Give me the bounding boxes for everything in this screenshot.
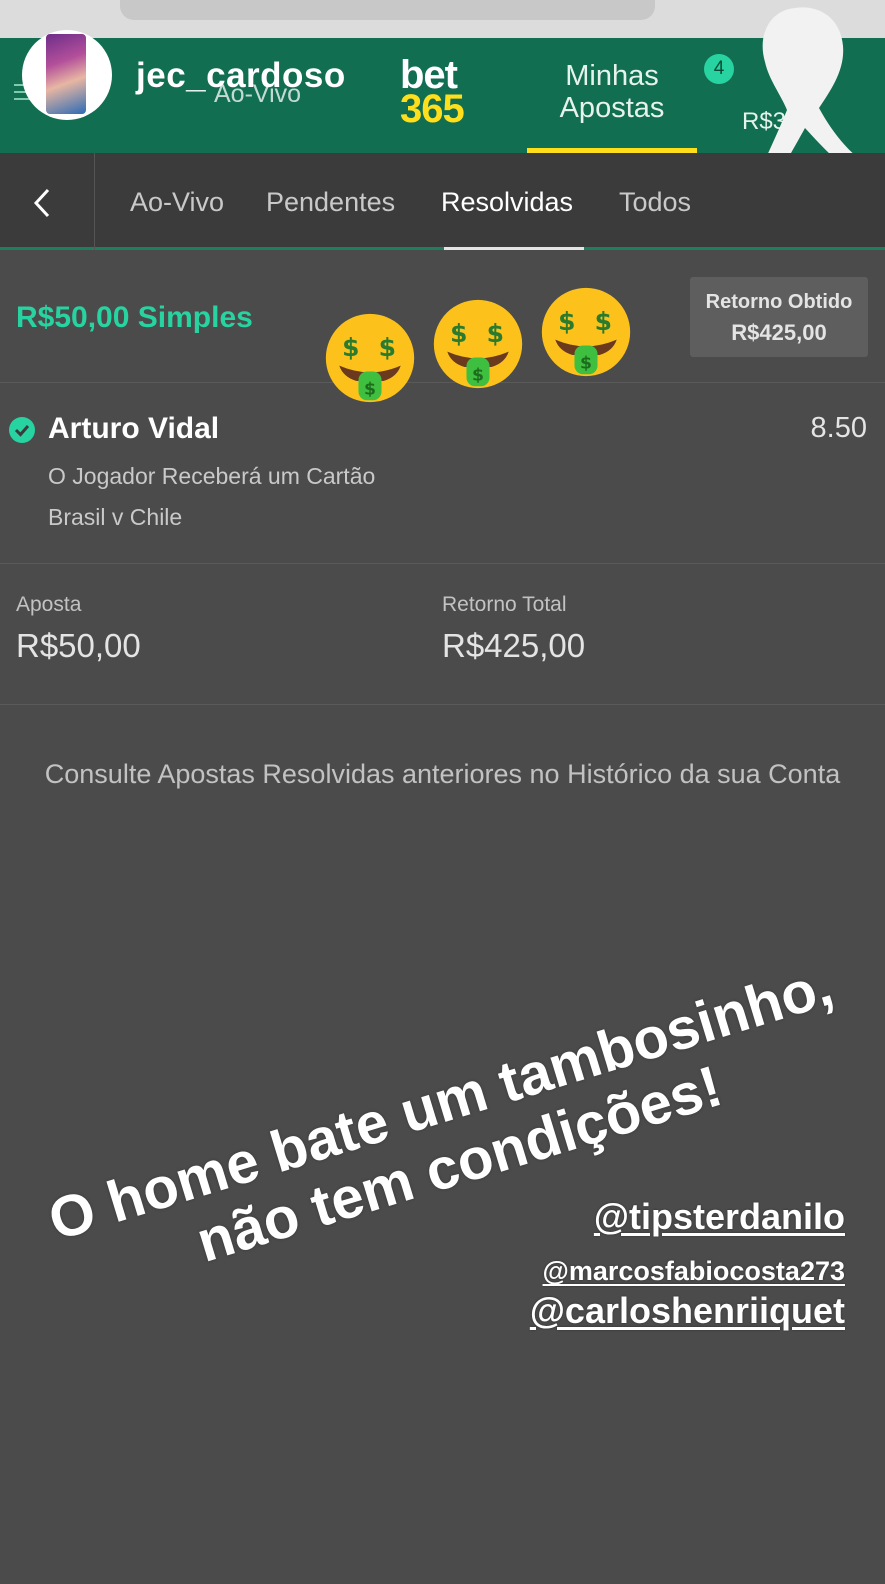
mention-tag[interactable]: @carloshenriiquet <box>530 1290 845 1332</box>
avatar[interactable] <box>22 30 112 120</box>
total-return-label: Retorno Total <box>442 593 567 616</box>
check-circle-icon <box>9 417 35 443</box>
tab-todos[interactable]: Todos <box>619 187 691 218</box>
story-username[interactable]: jec_cardoso <box>136 56 346 96</box>
my-bets-line2: Apostas <box>559 92 665 124</box>
svg-text:$: $ <box>472 365 484 385</box>
bets-filter-bar: Ao-Vivo Pendentes Resolvidas Todos <box>0 153 885 250</box>
return-obtained-label: Retorno Obtido <box>705 291 853 313</box>
back-button[interactable] <box>0 153 95 250</box>
my-bets-tab[interactable]: Minhas Apostas <box>527 60 697 124</box>
bet365-logo[interactable]: bet 365 <box>400 55 465 131</box>
bet-totals: Aposta R$50,00 Retorno Total R$425,00 <box>0 565 885 705</box>
selection-market: O Jogador Receberá um Cartão <box>48 463 376 489</box>
money-mouth-face-icon: $ $ $ <box>433 299 523 389</box>
chevron-left-icon <box>33 188 50 218</box>
total-return-value: R$425,00 <box>442 627 586 664</box>
return-obtained-value: R$425,00 <box>731 320 827 345</box>
selection-name: Arturo Vidal <box>48 412 220 445</box>
bets-count-badge: 4 <box>704 54 734 84</box>
svg-text:$: $ <box>342 333 359 362</box>
selection-odds: 8.50 <box>810 412 867 444</box>
story-progress-bar <box>120 0 655 20</box>
bet-stake-title: R$50,00 Simples <box>16 301 253 334</box>
svg-text:$: $ <box>450 319 467 348</box>
tab-pendentes[interactable]: Pendentes <box>266 187 395 218</box>
my-bets-line1: Minhas <box>565 60 659 92</box>
tab-resolvidas[interactable]: Resolvidas <box>441 187 573 218</box>
svg-text:$: $ <box>379 333 396 362</box>
active-tab-indicator <box>444 247 584 250</box>
svg-text:$: $ <box>558 307 575 336</box>
svg-text:$: $ <box>487 319 504 348</box>
stake-value: R$50,00 <box>16 627 141 664</box>
logo-365: 365 <box>400 87 465 131</box>
bet-selection: Arturo Vidal 8.50 O Jogador Receberá um … <box>0 384 885 564</box>
svg-text:$: $ <box>580 353 592 373</box>
stake-label: Aposta <box>16 593 82 616</box>
return-obtained-box: Retorno Obtido R$425,00 <box>690 277 868 357</box>
selection-event: Brasil v Chile <box>48 504 183 530</box>
svg-text:$: $ <box>595 307 612 336</box>
tab-ao-vivo[interactable]: Ao-Vivo <box>130 187 224 218</box>
mention-tag[interactable]: @marcosfabiocosta273 <box>543 1256 845 1287</box>
money-mouth-face-icon: $ $ $ <box>541 287 631 377</box>
mention-tag[interactable]: @tipsterdanilo <box>594 1196 845 1238</box>
history-note: Consulte Apostas Resolvidas anteriores n… <box>44 759 841 789</box>
